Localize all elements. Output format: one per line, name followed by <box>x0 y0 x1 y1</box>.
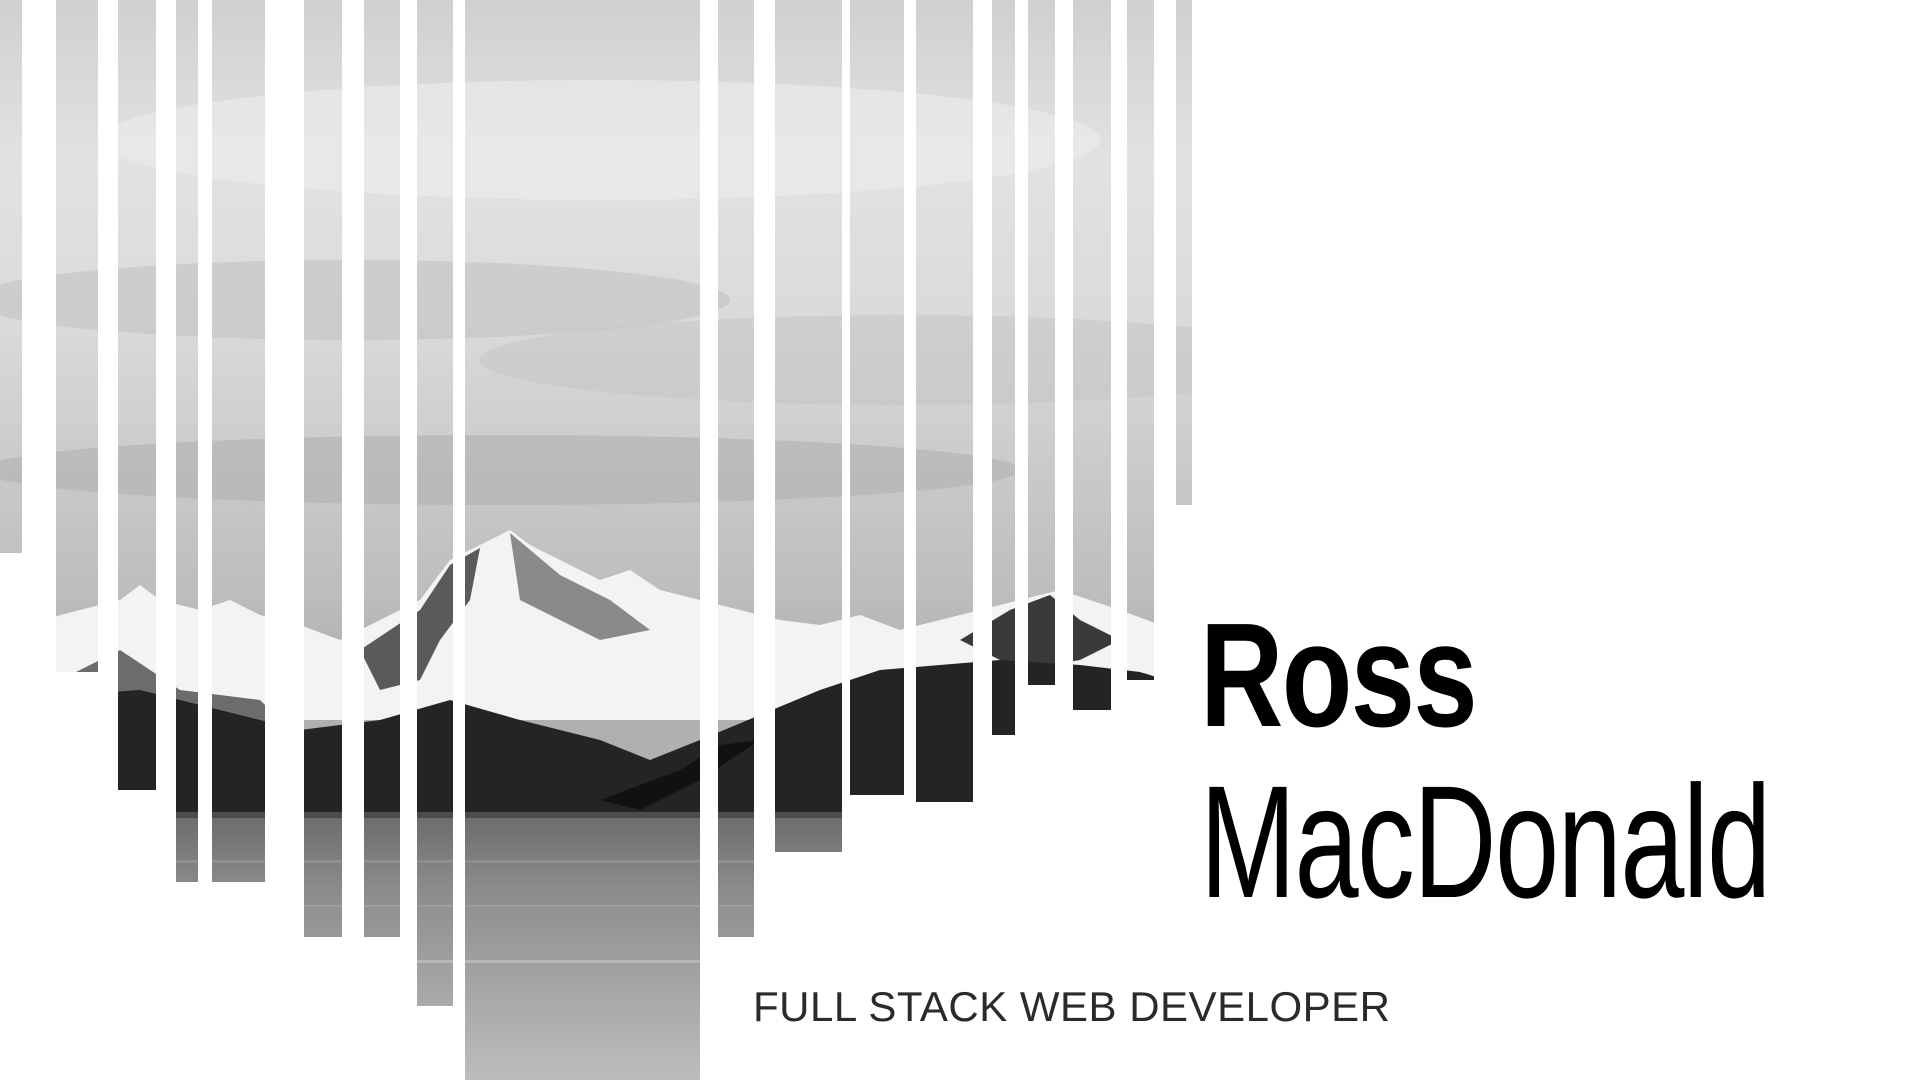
name-last: MacDonald <box>1200 752 1771 931</box>
job-title-tagline: FULL STACK WEB DEVELOPER <box>753 983 1391 1030</box>
name-first: Ross <box>1200 593 1478 758</box>
